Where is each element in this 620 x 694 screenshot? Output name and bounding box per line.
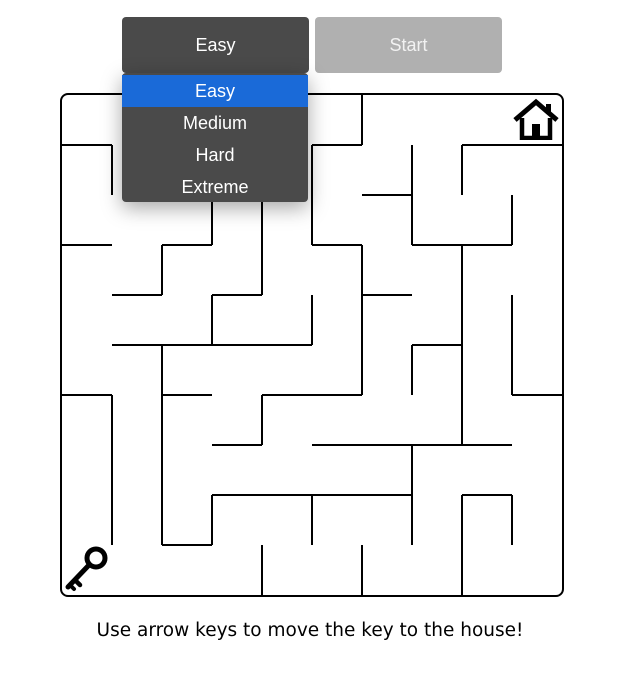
difficulty-dropdown: Easy Medium Hard Extreme	[122, 73, 308, 202]
key-icon	[65, 546, 108, 591]
dropdown-option-extreme[interactable]: Extreme	[122, 171, 308, 203]
dropdown-option-medium[interactable]: Medium	[122, 107, 308, 139]
house-icon	[513, 98, 559, 140]
dropdown-option-hard[interactable]: Hard	[122, 139, 308, 171]
dropdown-option-easy[interactable]: Easy	[122, 75, 308, 107]
instructions-text: Use arrow keys to move the key to the ho…	[96, 620, 524, 641]
